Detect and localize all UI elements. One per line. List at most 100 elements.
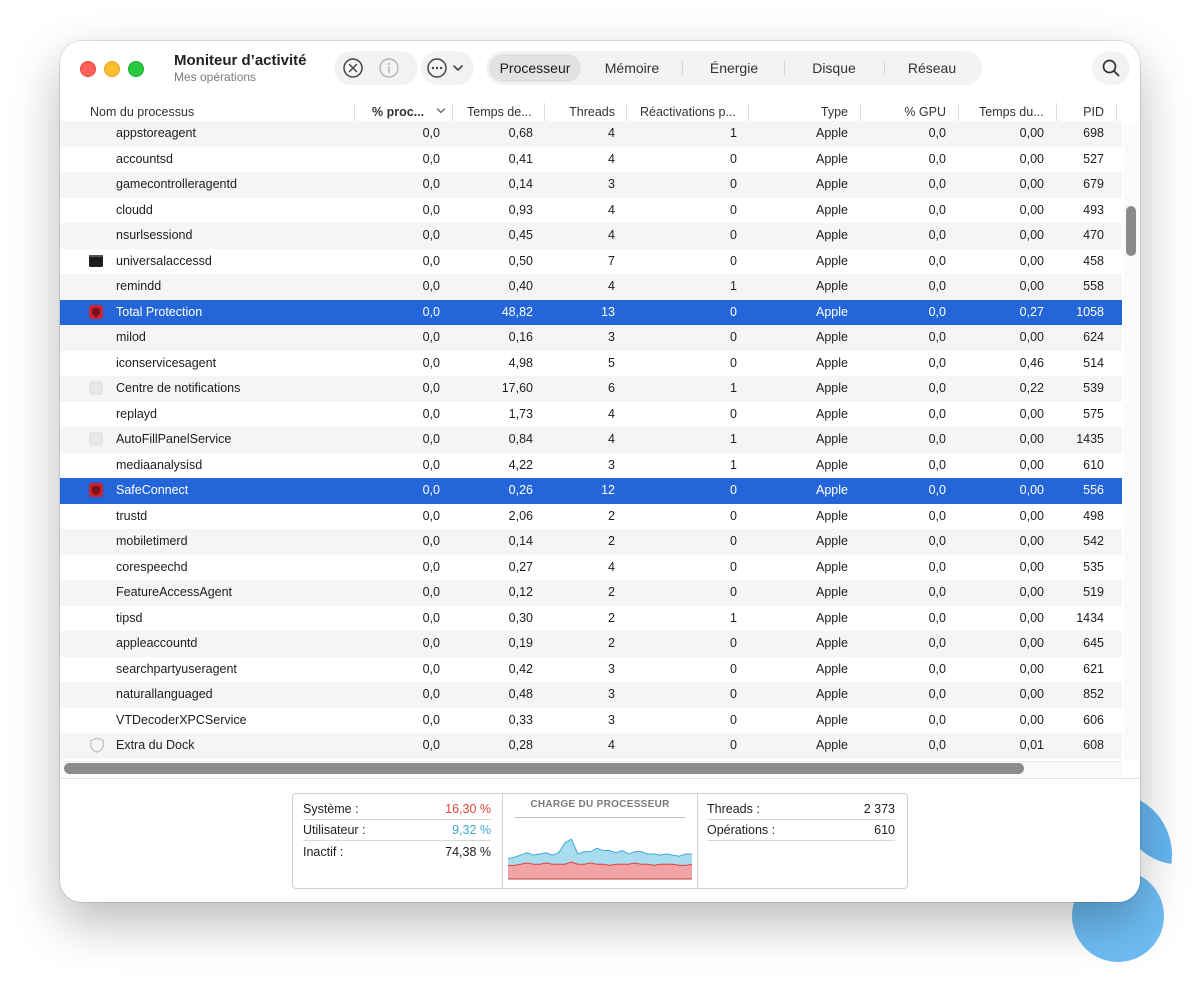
info-icon[interactable] (378, 57, 400, 79)
table-row[interactable]: universalaccessd 0,0 0,50 7 0 Apple 0,0 0,00 458 (60, 249, 1122, 275)
column-separator[interactable] (748, 103, 749, 121)
vertical-scrollbar-thumb[interactable] (1126, 206, 1136, 256)
cpu-time: 0,33 (508, 712, 533, 727)
tab-reseau[interactable]: Réseau (886, 54, 978, 82)
tab-memoire[interactable]: Mémoire (586, 54, 678, 82)
table-row[interactable]: mediaanalysisd 0,0 4,22 3 1 Apple 0,0 0,00 610 (60, 453, 1122, 479)
idle-wakeups: 1 (730, 381, 737, 395)
process-type: Apple (816, 712, 848, 727)
thread-count: 4 (608, 432, 615, 446)
column-separator[interactable] (544, 103, 545, 121)
cpu-percent: 0,0 (422, 177, 440, 191)
close-window-button[interactable] (80, 61, 96, 77)
process-name: SafeConnect (116, 483, 189, 497)
tab-separator (682, 61, 683, 75)
column-separator[interactable] (1116, 103, 1117, 121)
minimize-window-button[interactable] (104, 61, 120, 77)
gpu-time: 0,00 (1019, 712, 1044, 727)
thread-count: 2 (608, 585, 615, 599)
cpu-usage-stats: Système : 16,30 % Utilisateur : 9,32 % I… (293, 794, 501, 888)
more-actions-button[interactable] (420, 51, 474, 85)
cpu-percent: 0,0 (422, 330, 440, 344)
threads-label: Threads : (707, 802, 760, 816)
cpu-time: 48,82 (501, 304, 533, 319)
process-name: iconservicesagent (116, 355, 217, 370)
table-row[interactable]: Centre de notifications 0,0 17,60 6 1 Apple 0,… (60, 376, 1122, 402)
process-type: Apple (816, 432, 848, 446)
column-separator[interactable] (860, 103, 861, 121)
cpu-time: 0,14 (508, 534, 533, 548)
table-row[interactable]: searchpartyuseragent 0,0 0,42 3 0 Apple 0,0 0,0… (60, 657, 1122, 683)
gpu-time: 0,00 (1019, 585, 1044, 599)
search-button[interactable] (1092, 51, 1130, 85)
table-row[interactable]: remindd 0,0 0,40 4 1 Apple 0,0 0,00 558 (60, 274, 1122, 300)
cpu-percent: 0,0 (422, 228, 440, 242)
process-id: 679 (1083, 177, 1104, 191)
table-row[interactable]: mobiletimerd 0,0 0,14 2 0 Apple 0,0 0,00 542 (60, 529, 1122, 555)
table-row[interactable]: nsurlsessiond 0,0 0,45 4 0 Apple 0,0 0,00 470 (60, 223, 1122, 249)
gpu-percent: 0,0 (928, 330, 946, 344)
column-separator[interactable] (626, 103, 627, 121)
idle-wakeups: 0 (730, 508, 737, 523)
system-stat: Système : 16,30 % (303, 799, 491, 819)
table-row[interactable]: tipsd 0,0 0,30 2 1 Apple 0,0 0,00 1434 (60, 606, 1122, 632)
table-row[interactable]: gamecontrolleragentd 0,0 0,14 3 0 Apple 0,0 0,0… (60, 172, 1122, 198)
table-row[interactable]: appstoreagent 0,0 0,68 4 1 Apple 0,0 0,00 698 (60, 121, 1122, 147)
table-row[interactable]: appleaccountd 0,0 0,19 2 0 Apple 0,0 0,00 645 (60, 631, 1122, 657)
table-row[interactable]: naturallanguaged 0,0 0,48 3 0 Apple 0,0 0,00 852 (60, 682, 1122, 708)
process-type: Apple (816, 661, 848, 676)
table-row[interactable]: cloudd 0,0 0,93 4 0 Apple 0,0 0,00 493 (60, 198, 1122, 224)
tab-energie[interactable]: Énergie (686, 54, 782, 82)
process-type: Apple (816, 253, 848, 268)
zoom-window-button[interactable] (128, 61, 144, 77)
process-name: remindd (116, 279, 162, 293)
process-id: 575 (1083, 406, 1104, 421)
gpu-percent: 0,0 (928, 406, 946, 421)
tab-disque[interactable]: Disque (786, 54, 882, 82)
cpu-percent: 0,0 (422, 279, 440, 293)
tab-processeur[interactable]: Processeur (489, 54, 581, 82)
table-row[interactable]: replayd 0,0 1,73 4 0 Apple 0,0 0,00 575 (60, 402, 1122, 428)
process-type: Apple (816, 636, 848, 650)
table-row[interactable]: iconservicesagent 0,0 4,98 5 0 Apple 0,0 0,46 51… (60, 351, 1122, 377)
table-row[interactable]: SafeConnect 0,0 0,26 12 0 Apple 0,0 0,00 556 (60, 478, 1122, 504)
idle-wakeups: 0 (730, 228, 737, 242)
shield-app-icon (89, 483, 103, 497)
gpu-percent: 0,0 (928, 304, 946, 319)
window-title: Moniteur d’activité (174, 52, 307, 69)
cpu-load-graph (507, 838, 693, 880)
gpu-time: 0,00 (1019, 508, 1044, 523)
cpu-time: 0,40 (508, 279, 533, 293)
user-label: Utilisateur : (303, 823, 366, 837)
process-name: Total Protection (116, 304, 203, 319)
process-type: Apple (816, 738, 848, 752)
column-separator[interactable] (958, 103, 959, 121)
stop-process-icon[interactable] (342, 57, 364, 79)
table-row[interactable]: accountsd 0,0 0,41 4 0 Apple 0,0 0,00 527 (60, 147, 1122, 173)
column-separator[interactable] (1056, 103, 1057, 121)
table-row[interactable]: trustd 0,0 2,06 2 0 Apple 0,0 0,00 498 (60, 504, 1122, 530)
gpu-time: 0,00 (1019, 636, 1044, 650)
table-row[interactable]: FeatureAccessAgent 0,0 0,12 2 0 Apple 0,0 0,00 5… (60, 580, 1122, 606)
table-row[interactable]: Total Protection 0,0 48,82 13 0 Apple 0,0 0,27 1… (60, 299, 1122, 325)
table-row[interactable]: AutoFillPanelService 0,0 0,84 4 1 Apple 0,0 0,0… (60, 427, 1122, 453)
table-row[interactable]: milod 0,0 0,16 3 0 Apple 0,0 0,00 624 (60, 325, 1122, 351)
generic-app-icon (89, 381, 103, 395)
gpu-time: 0,00 (1019, 687, 1044, 701)
horizontal-scrollbar-thumb[interactable] (64, 763, 1024, 774)
process-type: Apple (816, 483, 848, 497)
table-row[interactable]: Extra du Dock 0,0 0,28 4 0 Apple 0,0 0,01 608 (60, 733, 1122, 759)
table-row[interactable]: VTDecoderXPCService 0,0 0,33 3 0 Apple 0,0 0,00… (60, 708, 1122, 734)
cpu-percent: 0,0 (422, 508, 440, 523)
process-name: mediaanalysisd (116, 457, 203, 472)
cpu-time: 0,12 (508, 585, 533, 599)
column-separator[interactable] (354, 103, 355, 121)
cpu-percent: 0,0 (422, 126, 440, 140)
column-separator[interactable] (452, 103, 453, 121)
table-row[interactable]: corespeechd 0,0 0,27 4 0 Apple 0,0 0,00 535 (60, 555, 1122, 581)
thread-count: 2 (608, 636, 615, 650)
cpu-time: 4,98 (508, 355, 533, 370)
gpu-percent: 0,0 (928, 253, 946, 268)
view-tabs: Processeur Mémoire Énergie Disque Réseau (486, 51, 982, 85)
cpu-time: 0,93 (508, 202, 533, 217)
